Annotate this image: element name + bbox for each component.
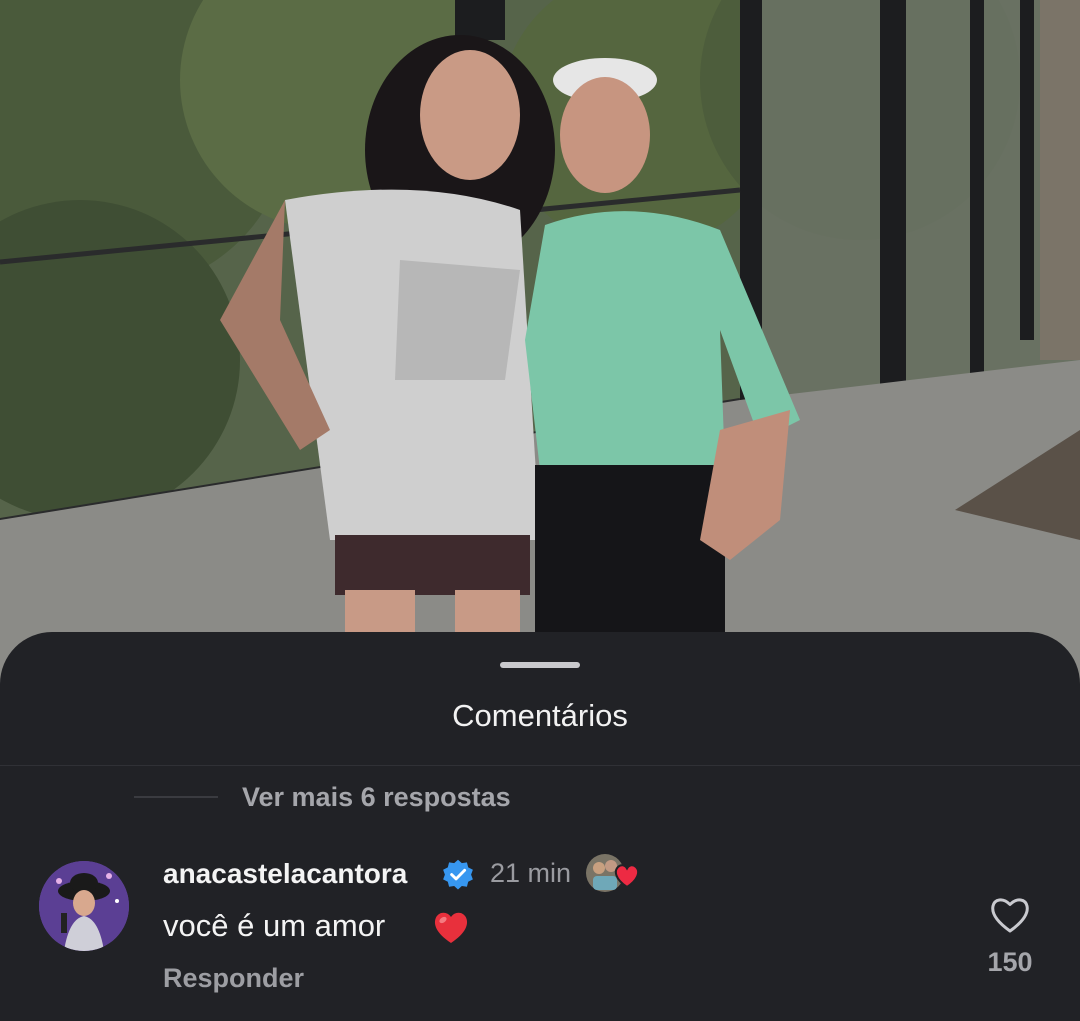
header-divider xyxy=(0,765,1080,766)
replies-thread-line xyxy=(134,796,218,798)
creator-liked-avatar-heart-icon xyxy=(586,854,640,892)
view-more-replies-button[interactable]: Ver mais 6 respostas xyxy=(242,782,511,813)
comment-username[interactable]: anacastelacantora xyxy=(163,858,407,890)
red-heart-emoji xyxy=(434,912,468,943)
avatar-image xyxy=(39,861,129,951)
like-count: 150 xyxy=(987,947,1033,977)
comment-text: você é um amor xyxy=(163,908,386,943)
comments-sheet: Comentários Ver mais 6 respostas anacast… xyxy=(0,632,1080,1021)
verified-badge-icon xyxy=(443,859,473,890)
reply-button[interactable]: Responder xyxy=(163,963,304,994)
comment-timestamp: 21 min xyxy=(490,858,572,888)
heart-outline-icon[interactable] xyxy=(988,894,1032,934)
post-photo xyxy=(0,0,1080,700)
avatar[interactable] xyxy=(39,861,129,951)
sheet-title: Comentários xyxy=(452,698,628,733)
drag-handle[interactable] xyxy=(500,662,580,668)
photo-illustration xyxy=(0,0,1080,700)
